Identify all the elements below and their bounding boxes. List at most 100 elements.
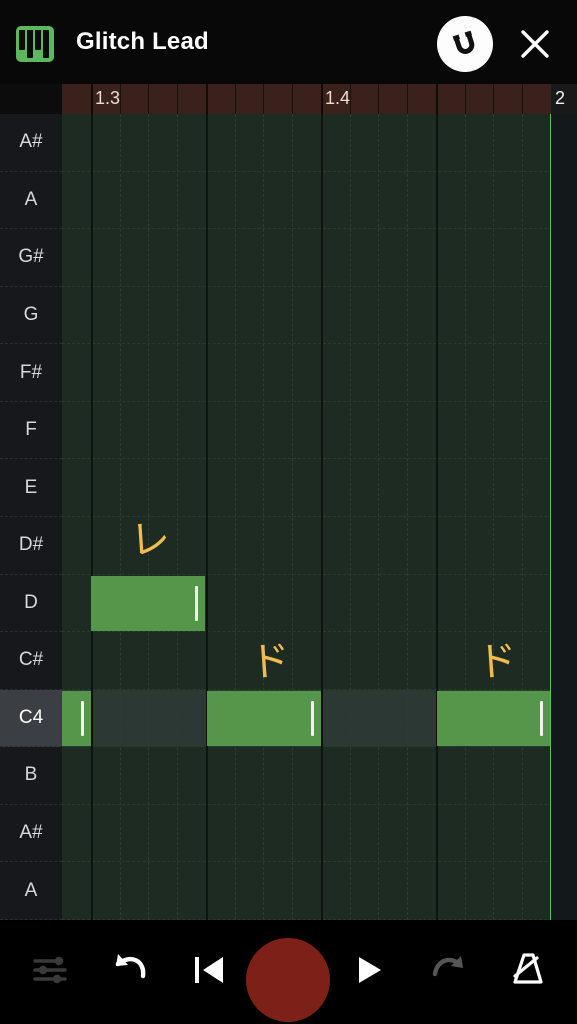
redo-arrow-icon [425, 950, 471, 995]
grid-lane-Asharp[interactable] [62, 114, 577, 172]
note-resize-handle[interactable] [540, 700, 543, 737]
grid-line [522, 114, 524, 920]
note-c4-1[interactable] [62, 690, 91, 747]
ruler-tick [436, 84, 438, 114]
undo-button[interactable] [98, 940, 162, 1004]
record-button[interactable] [246, 938, 330, 1022]
grid-lane-Asharp[interactable] [62, 805, 577, 863]
grid-lane-F[interactable] [62, 402, 577, 460]
annotation-do-1: ド [248, 637, 292, 687]
rewind-button[interactable] [178, 940, 242, 1004]
grid-lane-E[interactable] [62, 459, 577, 517]
grid-line [120, 114, 122, 920]
piano-key-label: G# [18, 246, 44, 268]
grid-lane-Gsharp[interactable] [62, 229, 577, 287]
note-grid[interactable]: レド ド [62, 114, 577, 920]
grid-line [91, 114, 94, 920]
ruler-label-1-4: 1.4 [325, 88, 351, 108]
piano-key-label: F [25, 419, 37, 441]
ruler-tick [522, 84, 523, 114]
ruler-tick [493, 84, 494, 114]
piano-key-label: A# [19, 131, 43, 153]
piano-key-label: A [24, 879, 38, 901]
grid-lane-A[interactable] [62, 172, 577, 230]
close-icon[interactable] [513, 22, 557, 66]
note-resize-handle[interactable] [311, 700, 314, 737]
transport-toolbar [0, 920, 577, 1024]
grid-lane-A[interactable] [62, 862, 577, 920]
piano-key-label: A [24, 188, 38, 210]
grid-line [177, 114, 179, 920]
grid-line [235, 114, 237, 920]
grid-line [407, 114, 409, 920]
ruler-tick [120, 84, 121, 114]
annotation-re: レ [128, 515, 172, 565]
piano-key-label: D# [18, 534, 44, 556]
grid-line [465, 114, 467, 920]
ruler-tick [321, 84, 323, 114]
piano-key-Asharp[interactable]: A# [0, 114, 62, 172]
play-button[interactable] [336, 940, 400, 1004]
note-c4-2[interactable] [207, 690, 321, 747]
piano-key-label: C4 [18, 706, 44, 728]
metronome-icon [506, 949, 550, 996]
sliders-icon [28, 950, 72, 995]
note-resize-handle[interactable] [81, 700, 84, 737]
note-c4-3[interactable] [437, 690, 550, 747]
ruler-tick [148, 84, 149, 114]
piano-key-E[interactable]: E [0, 459, 62, 517]
grid-line [436, 114, 439, 920]
ruler-tick [465, 84, 466, 114]
piano-key-G[interactable]: G [0, 287, 62, 345]
ruler-tick [206, 84, 208, 114]
piano-keyboard-icon [16, 26, 54, 62]
note-resize-handle[interactable] [195, 585, 198, 622]
piano-key-Asharp[interactable]: A# [0, 805, 62, 863]
mixer-settings-button[interactable] [18, 940, 82, 1004]
grid-line [263, 114, 265, 920]
grid-lane-G[interactable] [62, 287, 577, 345]
piano-key-F[interactable]: F [0, 402, 62, 460]
piano-key-D[interactable]: D [0, 575, 62, 633]
piano-key-Fsharp[interactable]: F# [0, 344, 62, 402]
redo-button[interactable] [416, 940, 480, 1004]
piano-key-label: F# [19, 361, 43, 383]
ruler-tick [235, 84, 236, 114]
magnet-icon[interactable] [437, 16, 493, 72]
ruler-tail: 2 [551, 84, 577, 114]
ruler-tick [407, 84, 408, 114]
piano-key-C4[interactable]: C4 [0, 689, 62, 748]
ruler-tick [292, 84, 293, 114]
grid-line [321, 114, 324, 920]
play-triangle-icon [346, 950, 390, 995]
grid-line [378, 114, 380, 920]
piano-key-A[interactable]: A [0, 862, 62, 920]
undo-arrow-icon [107, 950, 153, 995]
annotation-do-2: ド [475, 637, 519, 687]
piano-key-column[interactable]: A# A G# G F# F E D# D C# C4 B A# A [0, 114, 62, 920]
metronome-button[interactable] [496, 940, 560, 1004]
note-d-1[interactable] [91, 575, 205, 632]
piano-key-label: C# [18, 649, 44, 671]
ruler-label-1-3: 1.3 [95, 88, 121, 108]
piano-key-label: E [24, 476, 38, 498]
ruler-tick [350, 84, 351, 114]
grid-line [350, 114, 352, 920]
piano-key-label: B [24, 764, 38, 786]
piano-key-Dsharp[interactable]: D# [0, 517, 62, 575]
page-title: Glitch Lead [76, 28, 209, 55]
ruler-left-gutter [0, 84, 62, 114]
grid-right-gutter [551, 114, 577, 920]
grid-lane-B[interactable] [62, 747, 577, 805]
piano-key-Gsharp[interactable]: G# [0, 229, 62, 287]
piano-key-B[interactable]: B [0, 747, 62, 805]
grid-line [206, 114, 209, 920]
piano-key-label: A# [19, 822, 43, 844]
grid-lane-Fsharp[interactable] [62, 344, 577, 402]
piano-key-A[interactable]: A [0, 172, 62, 230]
ruler-tick [177, 84, 178, 114]
grid-line [493, 114, 495, 920]
ruler-label-bar2: 2 [555, 88, 566, 108]
piano-key-Csharp[interactable]: C# [0, 632, 62, 690]
timeline-ruler[interactable]: 1.3 1.4 [62, 84, 577, 114]
